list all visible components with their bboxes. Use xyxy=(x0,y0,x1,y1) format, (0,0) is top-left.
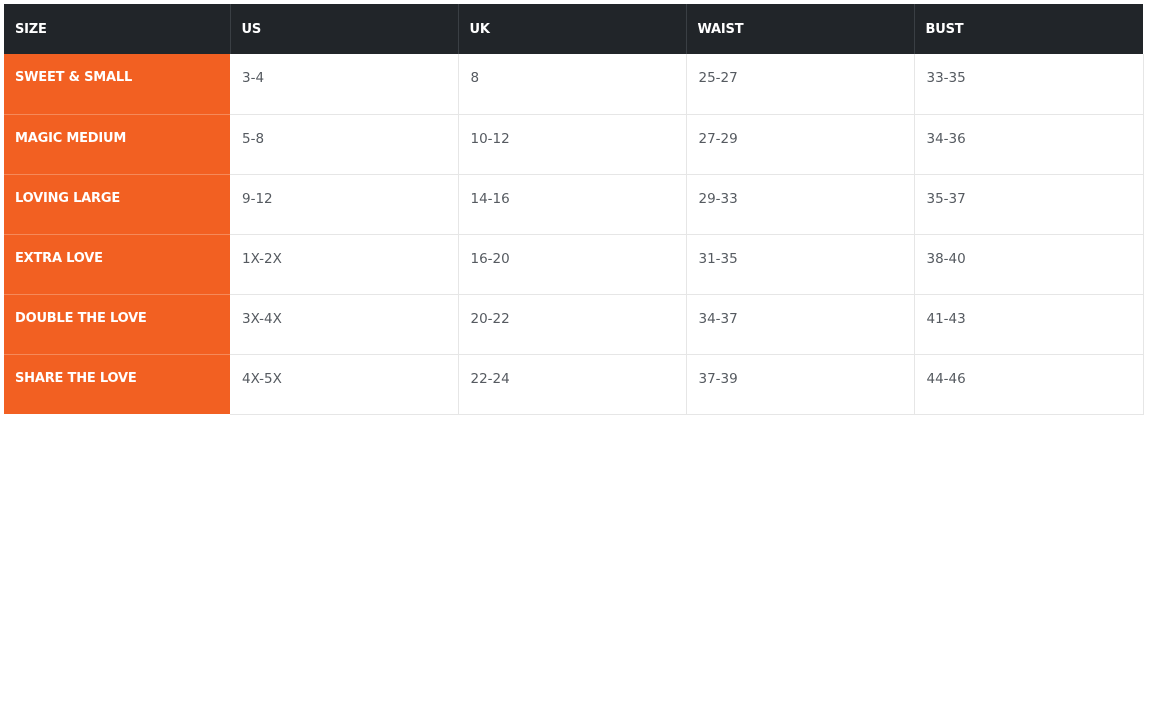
uk-cell: 8 xyxy=(458,54,687,115)
bust-cell: 38-40 xyxy=(914,234,1144,295)
bust-cell: 34-36 xyxy=(914,114,1144,175)
size-name-cell: LOVING LARGE xyxy=(4,174,230,235)
table-row: EXTRA LOVE 1X-2X 16-20 31-35 38-40 xyxy=(4,234,1144,295)
size-name-cell: SWEET & SMALL xyxy=(4,54,230,115)
uk-cell: 16-20 xyxy=(458,234,687,295)
us-cell: 1X-2X xyxy=(230,234,459,295)
waist-cell: 31-35 xyxy=(686,234,915,295)
bust-cell: 33-35 xyxy=(914,54,1144,115)
header-waist: WAIST xyxy=(685,4,914,54)
table-header: SIZE US UK WAIST BUST xyxy=(4,4,1143,54)
uk-cell: 14-16 xyxy=(458,174,687,235)
uk-cell: 20-22 xyxy=(458,294,687,355)
waist-cell: 25-27 xyxy=(686,54,915,115)
header-us: US xyxy=(229,4,458,54)
header-row: SIZE US UK WAIST BUST xyxy=(4,4,1143,54)
size-chart-table: SIZE US UK WAIST BUST SWEET & SMALL 3-4 … xyxy=(4,4,1144,415)
waist-cell: 27-29 xyxy=(686,114,915,175)
us-cell: 5-8 xyxy=(230,114,459,175)
uk-cell: 10-12 xyxy=(458,114,687,175)
header-size: SIZE xyxy=(4,4,230,54)
size-name-cell: EXTRA LOVE xyxy=(4,234,230,295)
us-cell: 3-4 xyxy=(230,54,459,115)
uk-cell: 22-24 xyxy=(458,354,687,415)
size-name-cell: DOUBLE THE LOVE xyxy=(4,294,230,355)
us-cell: 4X-5X xyxy=(230,354,459,415)
table-row: SWEET & SMALL 3-4 8 25-27 33-35 xyxy=(4,54,1144,115)
table-row: DOUBLE THE LOVE 3X-4X 20-22 34-37 41-43 xyxy=(4,294,1144,355)
bust-cell: 35-37 xyxy=(914,174,1144,235)
waist-cell: 29-33 xyxy=(686,174,915,235)
header-uk: UK xyxy=(457,4,686,54)
table-row: MAGIC MEDIUM 5-8 10-12 27-29 34-36 xyxy=(4,114,1144,175)
bust-cell: 41-43 xyxy=(914,294,1144,355)
us-cell: 9-12 xyxy=(230,174,459,235)
table-body: SWEET & SMALL 3-4 8 25-27 33-35 MAGIC ME… xyxy=(4,54,1144,415)
waist-cell: 34-37 xyxy=(686,294,915,355)
size-name-cell: MAGIC MEDIUM xyxy=(4,114,230,175)
us-cell: 3X-4X xyxy=(230,294,459,355)
size-name-cell: SHARE THE LOVE xyxy=(4,354,230,414)
table-row: SHARE THE LOVE 4X-5X 22-24 37-39 44-46 xyxy=(4,354,1144,415)
table-row: LOVING LARGE 9-12 14-16 29-33 35-37 xyxy=(4,174,1144,235)
header-bust: BUST xyxy=(913,4,1143,54)
waist-cell: 37-39 xyxy=(686,354,915,415)
bust-cell: 44-46 xyxy=(914,354,1144,415)
